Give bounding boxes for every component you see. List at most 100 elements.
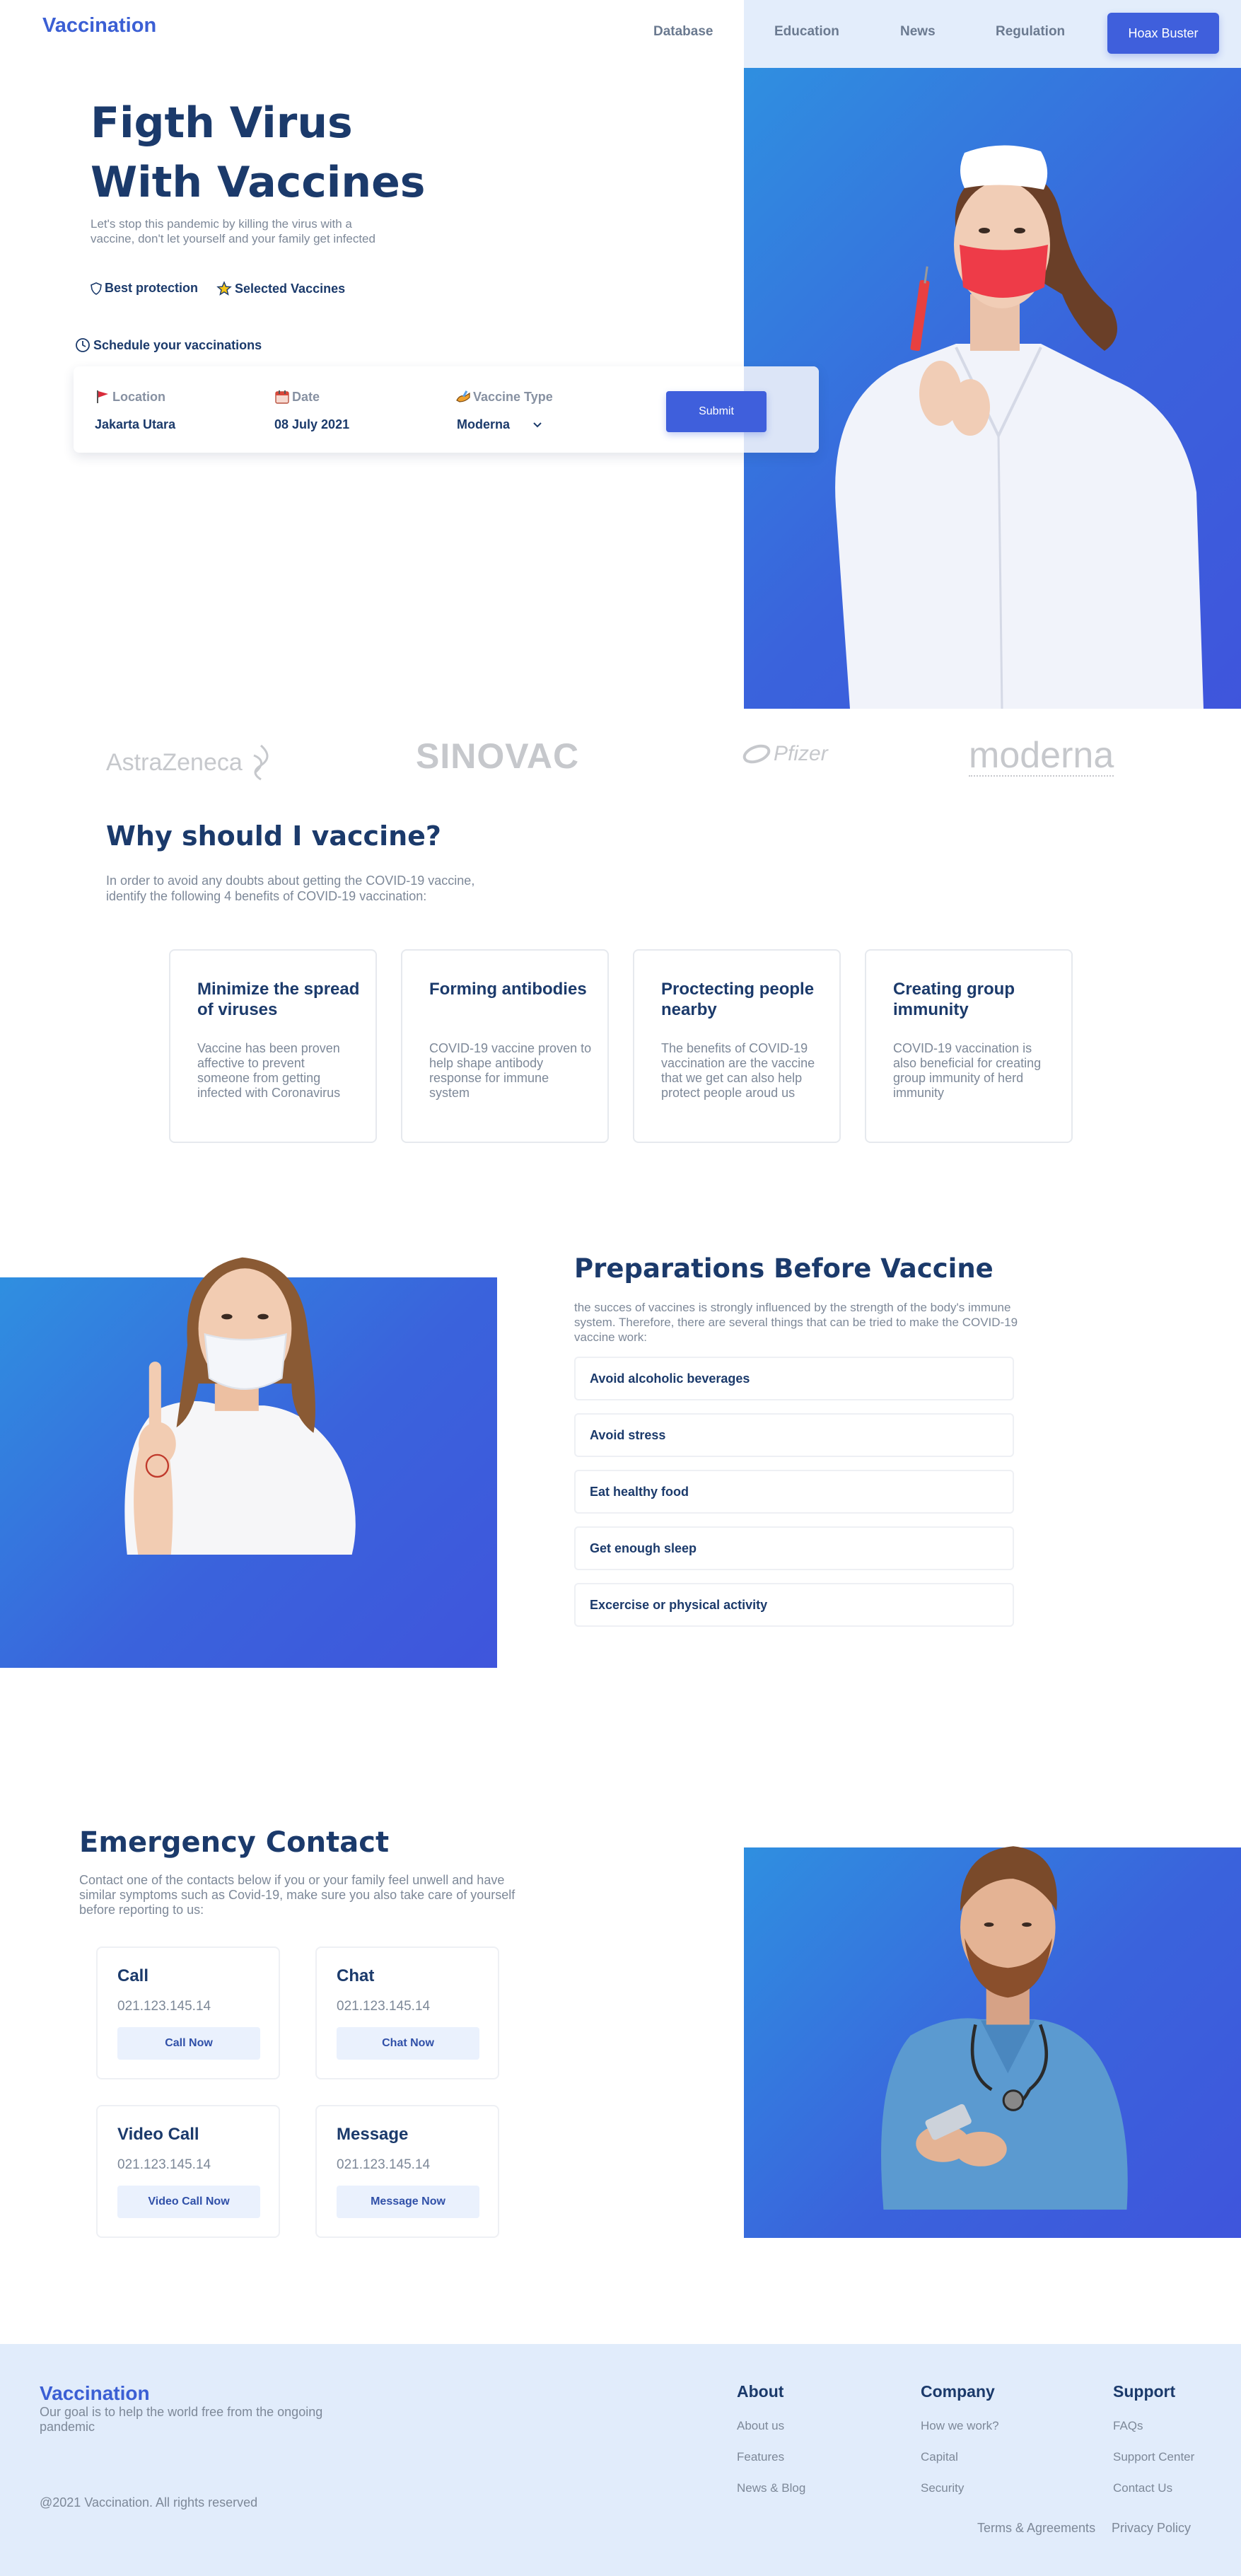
brand-logo[interactable]: Vaccination [42, 14, 156, 37]
message-now-button[interactable]: Message Now [337, 2186, 479, 2218]
footer-link-news-blog[interactable]: News & Blog [737, 2481, 805, 2495]
footer-heading-support: Support [1113, 2382, 1176, 2401]
footer-link-terms[interactable]: Terms & Agreements [977, 2521, 1095, 2536]
contact-card-chat: Chat 021.123.145.14 Chat Now [315, 1946, 499, 2079]
footer-tagline: Our goal is to help the world free from … [40, 2405, 323, 2434]
footer-brand[interactable]: Vaccination [40, 2382, 150, 2405]
benefit-card-text: COVID-19 vaccination is also beneficial … [893, 1041, 1042, 1100]
feature-best-protection: Best protection [91, 281, 198, 296]
benefit-card-text: Vaccine has been proven affective to pre… [197, 1041, 341, 1100]
footer-link-how-we-work[interactable]: How we work? [921, 2419, 999, 2433]
contact-card-call: Call 021.123.145.14 Call Now [96, 1946, 280, 2079]
hero-subtitle: Let's stop this pandemic by killing the … [91, 217, 375, 245]
call-now-button[interactable]: Call Now [117, 2027, 260, 2060]
contact-number: 021.123.145.14 [117, 2157, 211, 2172]
footer-link-faqs[interactable]: FAQs [1113, 2419, 1143, 2433]
emergency-subtitle: Contact one of the contacts below if you… [79, 1873, 515, 1917]
vaccine-hand-icon [455, 389, 471, 405]
feature-label: Best protection [105, 281, 199, 295]
flag-icon [95, 389, 110, 405]
nav-link-regulation[interactable]: Regulation [996, 24, 1065, 40]
footer-heading-company: Company [921, 2382, 995, 2401]
benefit-card-title: Minimize the spread of viruses [197, 980, 360, 1019]
logo-astrazeneca: AstraZeneca [106, 744, 275, 781]
nav-link-news[interactable]: News [900, 24, 936, 40]
why-subtitle: In order to avoid any doubts about getti… [106, 874, 475, 903]
emergency-doctor-image [744, 1846, 1241, 2238]
schedule-heading: Schedule your vaccinations [75, 337, 262, 353]
contact-number: 021.123.145.14 [337, 2157, 431, 2172]
location-value[interactable]: Jakarta Utara [95, 417, 175, 432]
benefit-card-title: Creating group immunity [893, 980, 1015, 1019]
prep-woman-image [0, 1257, 497, 1668]
astrazeneca-swirl-icon [253, 744, 269, 781]
star-icon [216, 281, 232, 296]
feature-label: Selected Vaccines [235, 281, 346, 296]
hoax-buster-button[interactable]: Hoax Buster [1107, 13, 1219, 54]
date-value[interactable]: 08 July 2021 [274, 417, 349, 432]
location-label-text: Location [112, 389, 165, 404]
benefit-card-text: COVID-19 vaccine proven to help shape an… [429, 1041, 592, 1100]
location-label: Location [95, 389, 165, 405]
hero-title-line1: Figth Virus [91, 98, 353, 148]
clock-icon [75, 337, 91, 353]
video-call-now-button[interactable]: Video Call Now [117, 2186, 260, 2218]
prep-list-item: Get enough sleep [574, 1526, 1014, 1570]
footer-link-support-center[interactable]: Support Center [1113, 2450, 1194, 2464]
logo-pfizer-text: Pfizer [774, 742, 828, 765]
vaccine-type-select[interactable]: Moderna [457, 417, 542, 432]
footer-link-capital[interactable]: Capital [921, 2450, 958, 2464]
pfizer-pill-icon [742, 744, 771, 764]
logo-sinovac: SINOVAC [416, 736, 580, 776]
logo-pfizer: Pfizer [742, 741, 828, 767]
date-label: Date [274, 389, 320, 405]
contact-card-title: Chat [337, 1966, 375, 1985]
logo-moderna: moderna [969, 735, 1114, 777]
benefit-card: Proctecting people nearby The benefits o… [633, 949, 841, 1143]
benefit-card-title: Proctecting people nearby [661, 980, 815, 1019]
contact-card-title: Video Call [117, 2125, 199, 2144]
shield-icon [91, 282, 102, 295]
schedule-label: Schedule your vaccinations [93, 337, 262, 352]
hero-title-line2: With Vaccines [91, 158, 426, 207]
footer [0, 2344, 1241, 2576]
submit-button[interactable]: Submit [666, 391, 767, 432]
prep-list-item: Excercise or physical activity [574, 1583, 1014, 1627]
contact-card-video-call: Video Call 021.123.145.14 Video Call Now [96, 2105, 280, 2238]
footer-link-contact-us[interactable]: Contact Us [1113, 2481, 1172, 2495]
footer-link-about-us[interactable]: About us [737, 2419, 784, 2433]
logo-astrazeneca-text: AstraZeneca [106, 748, 243, 776]
contact-number: 021.123.145.14 [337, 1999, 431, 2014]
footer-link-features[interactable]: Features [737, 2450, 784, 2464]
emergency-title: Emergency Contact [79, 1826, 390, 1859]
hero-title: Figth Virus With Vaccines [91, 93, 426, 212]
prep-list-item: Avoid alcoholic beverages [574, 1357, 1014, 1400]
why-title: Why should I vaccine? [106, 820, 441, 852]
benefit-card-title: Forming antibodies [429, 980, 587, 999]
benefit-card: Creating group immunity COVID-19 vaccina… [865, 949, 1073, 1143]
footer-heading-about: About [737, 2382, 784, 2401]
vaccine-type-value: Moderna [457, 417, 511, 431]
benefit-card-text: The benefits of COVID-19 vaccination are… [661, 1041, 815, 1100]
nav-link-education[interactable]: Education [774, 24, 839, 40]
prep-list-item: Avoid stress [574, 1413, 1014, 1457]
contact-card-message: Message 021.123.145.14 Message Now [315, 2105, 499, 2238]
calendar-icon [274, 389, 290, 405]
footer-link-security[interactable]: Security [921, 2481, 964, 2495]
contact-number: 021.123.145.14 [117, 1999, 211, 2014]
vaccine-type-label: Vaccine Type [455, 389, 553, 405]
nav-link-database[interactable]: Database [653, 24, 713, 40]
prep-title: Preparations Before Vaccine [574, 1253, 994, 1284]
vaccine-type-label-text: Vaccine Type [473, 389, 553, 404]
prep-subtitle: the succes of vaccines is strongly influ… [574, 1301, 1018, 1344]
date-label-text: Date [292, 389, 320, 404]
footer-copyright: @2021 Vaccination. All rights reserved [40, 2495, 258, 2510]
prep-list-item: Eat healthy food [574, 1470, 1014, 1514]
benefit-card: Minimize the spread of viruses Vaccine h… [169, 949, 377, 1143]
contact-card-title: Call [117, 1966, 149, 1985]
footer-link-privacy[interactable]: Privacy Policy [1112, 2521, 1191, 2536]
feature-selected-vaccines: Selected Vaccines [216, 281, 345, 296]
chat-now-button[interactable]: Chat Now [337, 2027, 479, 2060]
chevron-down-icon [532, 422, 542, 429]
contact-card-title: Message [337, 2125, 409, 2144]
